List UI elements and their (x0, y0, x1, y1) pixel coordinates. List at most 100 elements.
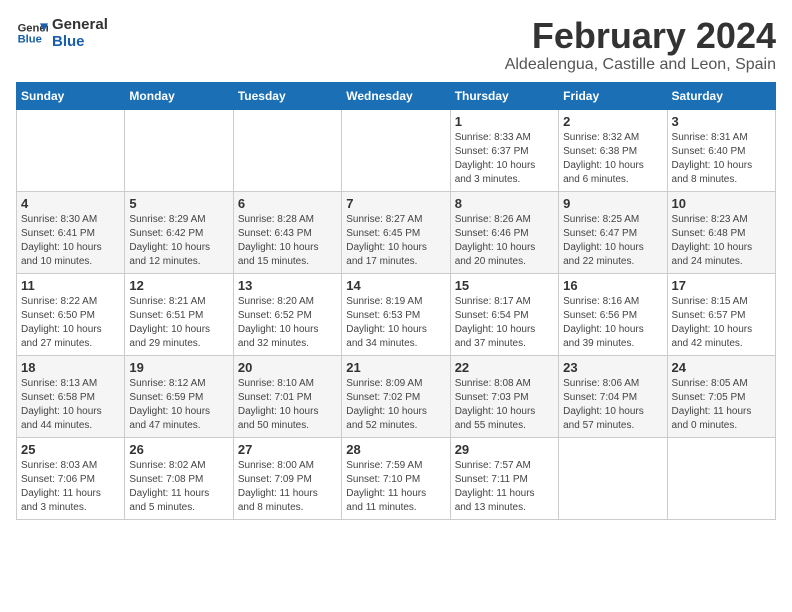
logo: General Blue General Blue (16, 16, 108, 50)
day-number: 25 (21, 442, 120, 457)
day-number: 14 (346, 278, 445, 293)
day-number: 5 (129, 196, 228, 211)
day-number: 19 (129, 360, 228, 375)
day-info: Sunrise: 8:25 AM Sunset: 6:47 PM Dayligh… (563, 213, 662, 269)
calendar-week-5: 25 Sunrise: 8:03 AM Sunset: 7:06 PM Dayli… (17, 437, 776, 519)
calendar-cell: 28Sunrise: 7:59 AM Sunset: 7:10 PM Dayli… (342, 437, 450, 519)
weekday-header-row: SundayMondayTuesdayWednesdayThursdayFrid… (17, 82, 776, 109)
day-info: Sunrise: 8:30 AM Sunset: 6:41 PM Dayligh… (21, 213, 120, 269)
calendar-week-3: 11Sunrise: 8:22 AM Sunset: 6:50 PM Dayli… (17, 273, 776, 355)
day-number: 2 (563, 114, 662, 129)
calendar-cell: 4 Sunrise: 8:30 AM Sunset: 6:41 PM Daylig… (17, 191, 125, 273)
day-info: Sunrise: 8:20 AM Sunset: 6:52 PM Dayligh… (238, 295, 337, 351)
calendar-cell: 17 Sunrise: 8:15 AM Sunset: 6:57 PM Dayli… (667, 273, 775, 355)
weekday-header-tuesday: Tuesday (233, 82, 341, 109)
day-number: 9 (563, 196, 662, 211)
day-info: Sunrise: 8:08 AM Sunset: 7:03 PM Dayligh… (455, 377, 554, 433)
day-info: Sunrise: 8:32 AM Sunset: 6:38 PM Dayligh… (563, 131, 662, 187)
day-info: Sunrise: 8:05 AM Sunset: 7:05 PM Dayligh… (672, 377, 771, 433)
day-info: Sunrise: 8:27 AM Sunset: 6:45 PM Dayligh… (346, 213, 445, 269)
calendar-cell: 26Sunrise: 8:02 AM Sunset: 7:08 PM Dayli… (125, 437, 233, 519)
day-info: Sunrise: 8:23 AM Sunset: 6:48 PM Dayligh… (672, 213, 771, 269)
calendar-cell: 1 Sunrise: 8:33 AM Sunset: 6:37 PM Daylig… (450, 109, 558, 191)
calendar-cell (233, 109, 341, 191)
calendar-cell: 18 Sunrise: 8:13 AM Sunset: 6:58 PM Dayli… (17, 355, 125, 437)
day-info: Sunrise: 8:29 AM Sunset: 6:42 PM Dayligh… (129, 213, 228, 269)
calendar-cell: 29Sunrise: 7:57 AM Sunset: 7:11 PM Dayli… (450, 437, 558, 519)
calendar-cell: 12 Sunrise: 8:21 AM Sunset: 6:51 PM Dayli… (125, 273, 233, 355)
day-number: 28 (346, 442, 445, 457)
calendar-table: SundayMondayTuesdayWednesdayThursdayFrid… (16, 82, 776, 520)
calendar-cell: 2 Sunrise: 8:32 AM Sunset: 6:38 PM Daylig… (559, 109, 667, 191)
day-number: 8 (455, 196, 554, 211)
day-info: Sunrise: 8:17 AM Sunset: 6:54 PM Dayligh… (455, 295, 554, 351)
weekday-header-thursday: Thursday (450, 82, 558, 109)
calendar-cell: 20 Sunrise: 8:10 AM Sunset: 7:01 PM Dayli… (233, 355, 341, 437)
subtitle: Aldealengua, Castille and Leon, Spain (505, 56, 776, 74)
day-info: Sunrise: 8:00 AM Sunset: 7:09 PM Dayligh… (238, 459, 337, 515)
day-number: 4 (21, 196, 120, 211)
day-number: 24 (672, 360, 771, 375)
day-info: Sunrise: 8:31 AM Sunset: 6:40 PM Dayligh… (672, 131, 771, 187)
calendar-cell: 13 Sunrise: 8:20 AM Sunset: 6:52 PM Dayli… (233, 273, 341, 355)
day-number: 6 (238, 196, 337, 211)
calendar-cell (342, 109, 450, 191)
day-number: 13 (238, 278, 337, 293)
day-number: 17 (672, 278, 771, 293)
calendar-cell: 14 Sunrise: 8:19 AM Sunset: 6:53 PM Dayli… (342, 273, 450, 355)
logo-blue: Blue (52, 33, 108, 50)
calendar-cell: 19 Sunrise: 8:12 AM Sunset: 6:59 PM Dayli… (125, 355, 233, 437)
weekday-header-sunday: Sunday (17, 82, 125, 109)
day-info: Sunrise: 8:13 AM Sunset: 6:58 PM Dayligh… (21, 377, 120, 433)
day-info: Sunrise: 8:12 AM Sunset: 6:59 PM Dayligh… (129, 377, 228, 433)
weekday-header-wednesday: Wednesday (342, 82, 450, 109)
calendar-week-4: 18 Sunrise: 8:13 AM Sunset: 6:58 PM Dayli… (17, 355, 776, 437)
calendar-cell (125, 109, 233, 191)
calendar-week-1: 1 Sunrise: 8:33 AM Sunset: 6:37 PM Daylig… (17, 109, 776, 191)
main-title: February 2024 (505, 16, 776, 56)
weekday-header-friday: Friday (559, 82, 667, 109)
day-number: 23 (563, 360, 662, 375)
day-number: 29 (455, 442, 554, 457)
day-info: Sunrise: 8:15 AM Sunset: 6:57 PM Dayligh… (672, 295, 771, 351)
day-number: 7 (346, 196, 445, 211)
day-number: 22 (455, 360, 554, 375)
weekday-header-saturday: Saturday (667, 82, 775, 109)
calendar-cell: 25 Sunrise: 8:03 AM Sunset: 7:06 PM Dayli… (17, 437, 125, 519)
calendar-cell: 10Sunrise: 8:23 AM Sunset: 6:48 PM Dayli… (667, 191, 775, 273)
day-number: 21 (346, 360, 445, 375)
day-number: 15 (455, 278, 554, 293)
day-number: 18 (21, 360, 120, 375)
day-info: Sunrise: 8:26 AM Sunset: 6:46 PM Dayligh… (455, 213, 554, 269)
calendar-cell: 7 Sunrise: 8:27 AM Sunset: 6:45 PM Daylig… (342, 191, 450, 273)
day-info: Sunrise: 8:33 AM Sunset: 6:37 PM Dayligh… (455, 131, 554, 187)
logo-general: General (52, 16, 108, 33)
day-info: Sunrise: 8:16 AM Sunset: 6:56 PM Dayligh… (563, 295, 662, 351)
weekday-header-monday: Monday (125, 82, 233, 109)
calendar-cell (17, 109, 125, 191)
calendar-cell: 6 Sunrise: 8:28 AM Sunset: 6:43 PM Daylig… (233, 191, 341, 273)
calendar-cell: 8 Sunrise: 8:26 AM Sunset: 6:46 PM Daylig… (450, 191, 558, 273)
day-info: Sunrise: 8:19 AM Sunset: 6:53 PM Dayligh… (346, 295, 445, 351)
calendar-cell: 5 Sunrise: 8:29 AM Sunset: 6:42 PM Daylig… (125, 191, 233, 273)
day-info: Sunrise: 8:09 AM Sunset: 7:02 PM Dayligh… (346, 377, 445, 433)
day-info: Sunrise: 8:03 AM Sunset: 7:06 PM Dayligh… (21, 459, 120, 515)
calendar-cell: 3Sunrise: 8:31 AM Sunset: 6:40 PM Daylig… (667, 109, 775, 191)
day-info: Sunrise: 8:28 AM Sunset: 6:43 PM Dayligh… (238, 213, 337, 269)
svg-text:Blue: Blue (18, 34, 42, 46)
day-number: 27 (238, 442, 337, 457)
logo-icon: General Blue (16, 17, 48, 49)
day-info: Sunrise: 8:06 AM Sunset: 7:04 PM Dayligh… (563, 377, 662, 433)
calendar-cell: 11Sunrise: 8:22 AM Sunset: 6:50 PM Dayli… (17, 273, 125, 355)
calendar-cell: 23 Sunrise: 8:06 AM Sunset: 7:04 PM Dayli… (559, 355, 667, 437)
calendar-cell: 9 Sunrise: 8:25 AM Sunset: 6:47 PM Daylig… (559, 191, 667, 273)
day-number: 20 (238, 360, 337, 375)
day-info: Sunrise: 8:21 AM Sunset: 6:51 PM Dayligh… (129, 295, 228, 351)
calendar-cell: 16 Sunrise: 8:16 AM Sunset: 6:56 PM Dayli… (559, 273, 667, 355)
calendar-cell (559, 437, 667, 519)
day-number: 1 (455, 114, 554, 129)
day-number: 26 (129, 442, 228, 457)
day-number: 12 (129, 278, 228, 293)
day-number: 16 (563, 278, 662, 293)
day-info: Sunrise: 8:10 AM Sunset: 7:01 PM Dayligh… (238, 377, 337, 433)
